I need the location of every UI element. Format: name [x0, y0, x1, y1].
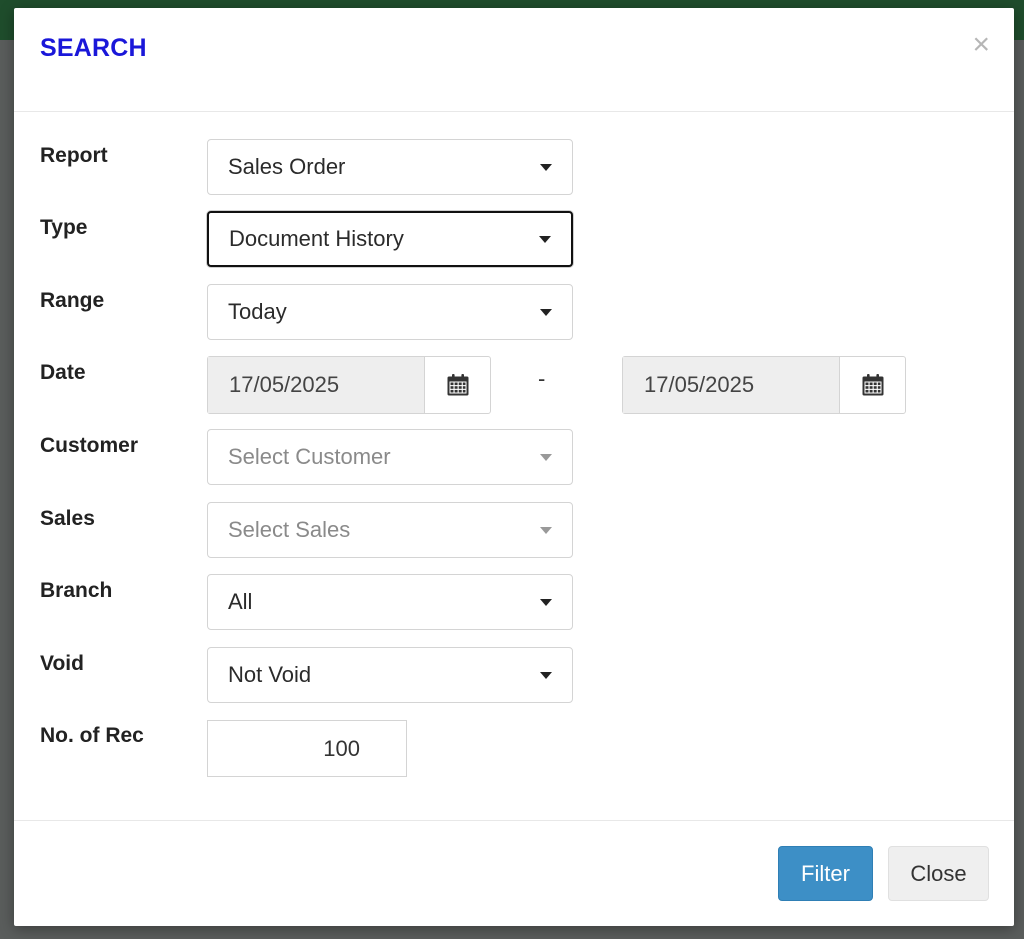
report-select-value: Sales Order	[228, 154, 346, 179]
dialog-header: SEARCH ×	[14, 8, 1014, 112]
calendar-icon	[447, 374, 468, 396]
records-label: No. of Rec	[40, 724, 144, 747]
type-select[interactable]: Document History	[207, 211, 573, 267]
customer-select[interactable]: Select Customer	[207, 429, 573, 485]
dialog-footer-divider	[14, 820, 1014, 821]
caret-down-icon	[539, 236, 551, 243]
caret-down-icon	[540, 672, 552, 679]
close-icon[interactable]: ×	[972, 30, 990, 60]
sales-label: Sales	[40, 507, 95, 530]
void-select-value: Not Void	[228, 662, 312, 687]
caret-down-icon	[540, 599, 552, 606]
void-select[interactable]: Not Void	[207, 647, 573, 703]
branch-select-value: All	[228, 589, 253, 614]
date-from-calendar-button[interactable]	[425, 357, 490, 413]
caret-down-icon	[540, 454, 552, 461]
range-select-value: Today	[228, 299, 287, 324]
report-label: Report	[40, 144, 108, 167]
records-input-value: 100	[323, 735, 360, 761]
filter-button[interactable]: Filter	[778, 846, 873, 901]
date-from-group: 17/05/2025	[207, 356, 491, 414]
date-to-value: 17/05/2025	[644, 372, 755, 397]
calendar-icon	[862, 374, 883, 396]
caret-down-icon	[540, 527, 552, 534]
close-button[interactable]: Close	[888, 846, 989, 901]
caret-down-icon	[540, 309, 552, 316]
dialog-title: SEARCH	[40, 34, 147, 62]
date-range-separator: -	[538, 366, 546, 391]
customer-select-placeholder: Select Customer	[228, 444, 391, 469]
customer-label: Customer	[40, 434, 139, 457]
caret-down-icon	[540, 164, 552, 171]
date-to-calendar-button[interactable]	[840, 357, 905, 413]
records-input[interactable]: 100	[207, 720, 407, 777]
date-to-input[interactable]: 17/05/2025	[623, 357, 840, 413]
sales-select[interactable]: Select Sales	[207, 502, 573, 558]
void-label: Void	[40, 652, 84, 675]
date-label: Date	[40, 361, 86, 384]
search-dialog: SEARCH × Report Sales Order Type Documen…	[14, 8, 1014, 926]
range-select[interactable]: Today	[207, 284, 573, 340]
report-select[interactable]: Sales Order	[207, 139, 573, 195]
date-from-value: 17/05/2025	[229, 372, 340, 397]
type-label: Type	[40, 216, 88, 239]
range-label: Range	[40, 289, 105, 312]
date-to-group: 17/05/2025	[622, 356, 906, 414]
sales-select-placeholder: Select Sales	[228, 517, 351, 542]
branch-select[interactable]: All	[207, 574, 573, 630]
branch-label: Branch	[40, 579, 113, 602]
type-select-value: Document History	[229, 226, 404, 251]
date-from-input[interactable]: 17/05/2025	[208, 357, 425, 413]
